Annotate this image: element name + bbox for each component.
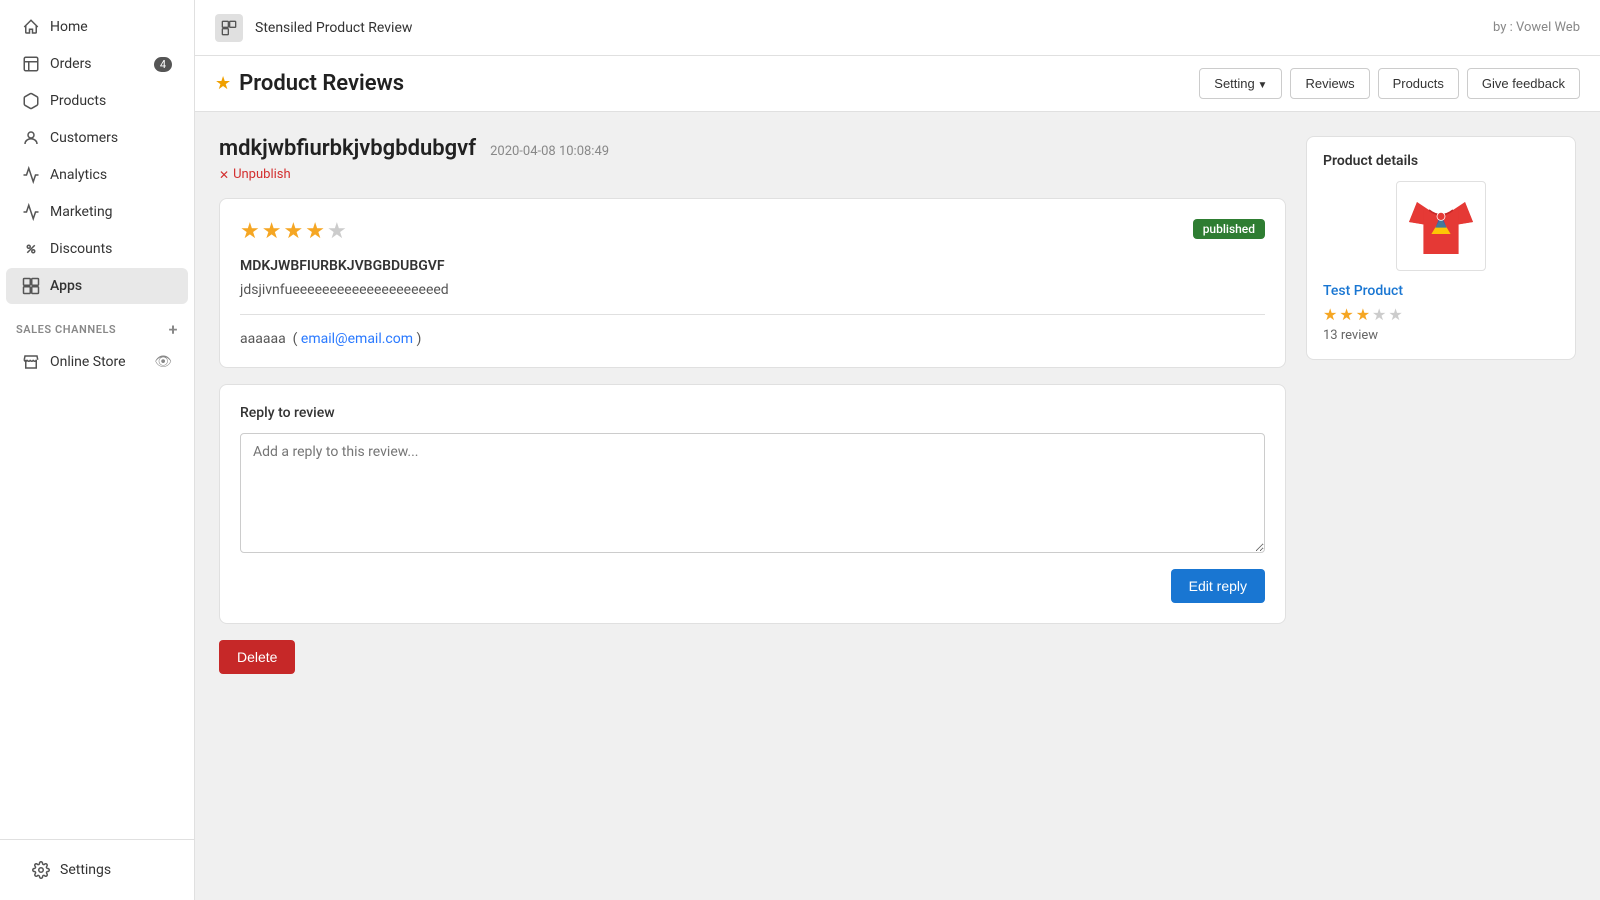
review-card-top: ★ ★ ★ ★ ★ published: [240, 219, 1265, 244]
product-star-4: ★: [1372, 305, 1386, 324]
topbar-credit: by : Vowel Web: [1493, 20, 1580, 35]
analytics-icon: [22, 166, 40, 184]
sidebar-item-apps[interactable]: Apps: [6, 268, 188, 304]
review-stars: ★ ★ ★ ★ ★: [240, 219, 347, 244]
product-details-card: Product details: [1306, 136, 1576, 360]
sidebar-item-analytics[interactable]: Analytics: [6, 157, 188, 193]
sidebar-settings: Settings: [0, 839, 194, 900]
sidebar-item-customers-label: Customers: [50, 130, 118, 146]
store-icon: [22, 353, 40, 371]
product-stars: ★ ★ ★ ★ ★: [1323, 305, 1559, 324]
review-author: aaaaaa ( email@email.com ): [240, 331, 1265, 347]
header-actions: Setting Reviews Products Give feedback: [1199, 68, 1580, 99]
star-3: ★: [283, 219, 303, 244]
topbar-app-name: Stensiled Product Review: [255, 20, 412, 36]
content-layout: mdkjwbfiurbkjvbgbdubgvf 2020-04-08 10:08…: [219, 136, 1576, 674]
sidebar-item-orders-label: Orders: [50, 56, 92, 72]
reply-actions: Edit reply: [240, 569, 1265, 603]
product-star-5: ★: [1388, 305, 1402, 324]
product-image-wrap: [1323, 181, 1559, 271]
review-date: 2020-04-08 10:08:49: [490, 144, 609, 159]
author-name: aaaaaa: [240, 331, 286, 347]
topbar: Stensiled Product Review by : Vowel Web: [195, 0, 1600, 56]
app-icon: [215, 14, 243, 42]
star-2: ★: [262, 219, 282, 244]
setting-button[interactable]: Setting: [1199, 68, 1282, 99]
store-visibility-icon[interactable]: 👁: [154, 354, 172, 370]
page-title-wrap: ★ Product Reviews: [215, 71, 1199, 96]
review-body: jdsjivnfueeeeeeeeeeeeeeeeeeeed: [240, 282, 1265, 298]
customers-icon: [22, 129, 40, 147]
product-star-2: ★: [1339, 305, 1353, 324]
review-title-row: mdkjwbfiurbkjvbgbdubgvf 2020-04-08 10:08…: [219, 136, 1286, 161]
unpublish-button[interactable]: ✕ Unpublish: [219, 167, 1286, 182]
sidebar-item-home[interactable]: Home: [6, 9, 188, 45]
feedback-button[interactable]: Give feedback: [1467, 68, 1580, 99]
sidebar-item-marketing-label: Marketing: [50, 204, 113, 220]
sidebar-item-online-store[interactable]: Online Store 👁: [6, 344, 188, 380]
reply-card: Reply to review Edit reply: [219, 384, 1286, 624]
product-star-1: ★: [1323, 305, 1337, 324]
reviewer-name: MDKJWBFIURBKJVBGBDUBGVF: [240, 258, 1265, 274]
product-sidebar: Product details: [1306, 136, 1576, 360]
sidebar: Home Orders 4 Products Customers: [0, 0, 195, 900]
product-details-title: Product details: [1323, 153, 1559, 169]
marketing-icon: [22, 203, 40, 221]
sidebar-item-products[interactable]: Products: [6, 83, 188, 119]
unpublish-label: Unpublish: [233, 167, 291, 182]
sidebar-item-settings[interactable]: Settings: [16, 852, 178, 888]
star-1: ★: [240, 219, 260, 244]
sidebar-item-home-label: Home: [50, 19, 88, 35]
content-body: mdkjwbfiurbkjvbgbdubgvf 2020-04-08 10:08…: [195, 112, 1600, 900]
sales-channels-label: SALES CHANNELS: [16, 323, 116, 336]
sidebar-item-apps-label: Apps: [50, 278, 82, 294]
divider: [240, 314, 1265, 315]
add-channel-icon[interactable]: +: [169, 320, 178, 339]
sidebar-item-discounts[interactable]: Discounts: [6, 231, 188, 267]
product-review-count: 13 review: [1323, 328, 1559, 343]
author-email[interactable]: email@email.com: [301, 331, 413, 347]
star-4: ★: [305, 219, 325, 244]
discounts-icon: [22, 240, 40, 258]
sidebar-item-discounts-label: Discounts: [50, 241, 112, 257]
page-title: Product Reviews: [239, 71, 404, 96]
review-header: mdkjwbfiurbkjvbgbdubgvf 2020-04-08 10:08…: [219, 136, 1286, 182]
x-icon: ✕: [219, 168, 229, 182]
product-name[interactable]: Test Product: [1323, 283, 1559, 299]
sidebar-item-orders[interactable]: Orders 4: [6, 46, 188, 82]
page-title-star: ★: [215, 73, 231, 94]
status-badge: published: [1193, 219, 1265, 239]
products-icon: [22, 92, 40, 110]
sales-channels-section: SALES CHANNELS +: [0, 312, 194, 343]
sidebar-item-products-label: Products: [50, 93, 106, 109]
review-main: mdkjwbfiurbkjvbgbdubgvf 2020-04-08 10:08…: [219, 136, 1286, 674]
apps-icon: [22, 277, 40, 295]
edit-reply-button[interactable]: Edit reply: [1171, 569, 1265, 603]
reviews-button[interactable]: Reviews: [1290, 68, 1369, 99]
sidebar-nav: Home Orders 4 Products Customers: [0, 0, 194, 839]
delete-button[interactable]: Delete: [219, 640, 295, 674]
product-star-3: ★: [1356, 305, 1370, 324]
reply-label: Reply to review: [240, 405, 1265, 421]
review-title: mdkjwbfiurbkjvbgbdubgvf: [219, 136, 476, 161]
products-button[interactable]: Products: [1378, 68, 1459, 99]
sidebar-item-online-store-label: Online Store: [50, 354, 126, 370]
settings-icon: [32, 861, 50, 879]
main-area: Stensiled Product Review by : Vowel Web …: [195, 0, 1600, 900]
reply-textarea[interactable]: [240, 433, 1265, 553]
product-image: [1396, 181, 1486, 271]
review-card: ★ ★ ★ ★ ★ published MDKJWBFIURBKJVBGBDUB…: [219, 198, 1286, 368]
orders-icon: [22, 55, 40, 73]
content-header: ★ Product Reviews Setting Reviews Produc…: [195, 56, 1600, 112]
star-5: ★: [327, 219, 347, 244]
sidebar-item-marketing[interactable]: Marketing: [6, 194, 188, 230]
orders-badge: 4: [154, 57, 172, 72]
sidebar-item-customers[interactable]: Customers: [6, 120, 188, 156]
sidebar-item-settings-label: Settings: [60, 862, 111, 878]
sidebar-item-analytics-label: Analytics: [50, 167, 107, 183]
home-icon: [22, 18, 40, 36]
